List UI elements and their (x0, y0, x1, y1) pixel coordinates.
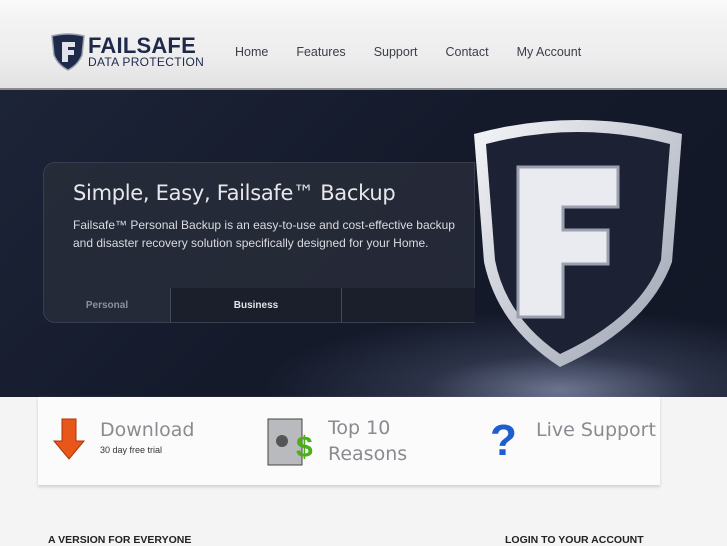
tab-business[interactable]: Business (170, 288, 342, 322)
tab-empty[interactable] (342, 288, 475, 322)
feature-title: Download (100, 419, 195, 441)
logo-sub: DATA PROTECTION (88, 55, 205, 69)
nav-my-account[interactable]: My Account (517, 45, 582, 59)
shield-f-icon (474, 120, 682, 367)
hero-description: Failsafe™ Personal Backup is an easy-to-… (73, 218, 455, 250)
safe-icon: $ (267, 418, 313, 466)
section-heading-versions: A VERSION FOR EVERYONE (48, 534, 192, 546)
shield-logo-icon (51, 33, 85, 71)
svg-text:?: ? (490, 417, 517, 465)
question-mark-icon: ? (490, 417, 517, 465)
section-heading-login: LOGIN TO YOUR ACCOUNT (505, 534, 644, 546)
feature-download[interactable]: Download 30 day free trial (52, 417, 194, 461)
feature-subtitle: 30 day free trial (100, 445, 163, 455)
feature-top-10-reasons[interactable]: $ Top 10 Reasons (266, 415, 418, 469)
features-strip: Download 30 day free trial $ Top 10 Reas… (38, 397, 660, 485)
logo-main: FAILSAFE (88, 33, 196, 58)
feature-live-support[interactable]: ? Live Support (490, 417, 656, 469)
nav-features[interactable]: Features (296, 45, 345, 59)
hero-tabs: Personal Business (44, 288, 475, 322)
logo[interactable]: FAILSAFE DATA PROTECTION (50, 33, 204, 71)
nav-contact[interactable]: Contact (445, 45, 488, 59)
download-arrow-icon (52, 418, 86, 460)
feature-title: Live Support (536, 419, 656, 441)
svg-text:$: $ (296, 431, 313, 464)
hero-banner: Simple, Easy, Failsafe™ Backup Failsafe™… (0, 90, 727, 397)
hero-title: Simple, Easy, Failsafe™ Backup (73, 181, 396, 205)
feature-title: Top 10 Reasons (328, 417, 408, 465)
tab-personal[interactable]: Personal (44, 288, 170, 322)
main-nav: Home Features Support Contact My Account (235, 45, 609, 59)
site-header: FAILSAFE DATA PROTECTION Home Features S… (0, 0, 727, 90)
nav-support[interactable]: Support (374, 45, 418, 59)
hero-card: Simple, Easy, Failsafe™ Backup Failsafe™… (43, 162, 475, 323)
nav-home[interactable]: Home (235, 45, 268, 59)
